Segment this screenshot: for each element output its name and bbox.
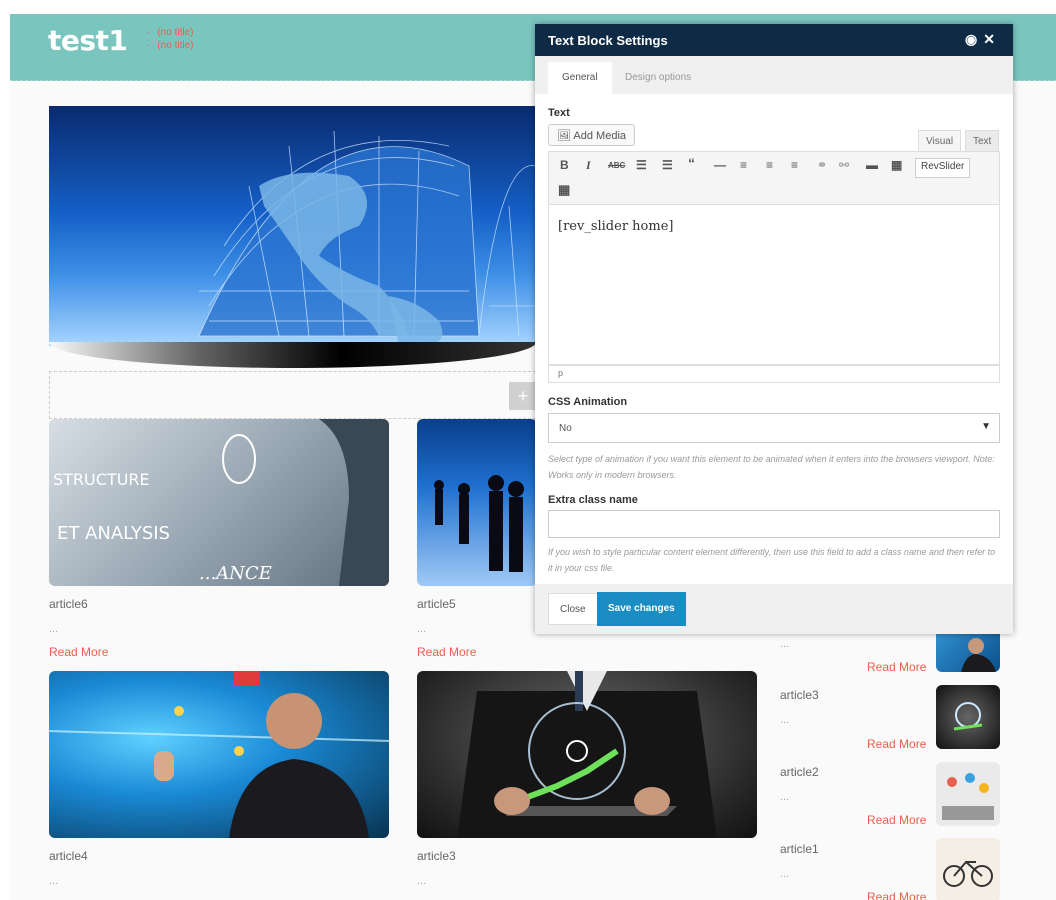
nav-item[interactable]: (no title) bbox=[146, 39, 193, 52]
article-title[interactable]: article6 bbox=[49, 597, 88, 611]
tab-general[interactable]: General bbox=[548, 62, 612, 94]
sidebar-article-title[interactable]: article1 bbox=[780, 842, 819, 856]
modal-tabs: General Design options bbox=[535, 56, 1013, 94]
globe-map-graphic bbox=[198, 130, 536, 346]
css-animation-select[interactable]: No ▼ bbox=[548, 413, 1000, 443]
text-block-settings-modal: Text Block Settings ◉✕ General Design op… bbox=[535, 24, 1013, 634]
read-more-link[interactable]: Read More bbox=[49, 645, 108, 659]
add-media-button[interactable]: 🖼 Add Media bbox=[548, 124, 636, 146]
tab-text[interactable]: Text bbox=[965, 130, 1000, 152]
sidebar-article-thumbnail[interactable] bbox=[936, 762, 1000, 826]
align-left-icon[interactable]: ≡ bbox=[740, 158, 747, 172]
site-logo[interactable]: test1 bbox=[48, 24, 128, 57]
css-animation-help: Select type of animation if you want thi… bbox=[548, 454, 995, 480]
read-more-link[interactable]: Read More bbox=[417, 645, 476, 659]
extra-class-input[interactable] bbox=[548, 510, 1000, 538]
text-field-label: Text bbox=[548, 107, 570, 119]
blockquote-icon[interactable]: “ bbox=[688, 155, 695, 171]
modal-footer: Close Save changes bbox=[535, 584, 1013, 634]
horizontal-rule-icon[interactable]: — bbox=[714, 158, 726, 172]
sidebar-article-title[interactable]: article3 bbox=[780, 688, 819, 702]
css-animation-label: CSS Animation bbox=[548, 396, 628, 408]
read-more-link[interactable]: Read More bbox=[867, 813, 926, 827]
article-excerpt: ... bbox=[417, 623, 427, 635]
grid-icon[interactable]: ▦ bbox=[558, 182, 570, 198]
read-more-link[interactable]: Read More bbox=[867, 890, 926, 900]
editor-status-path: p bbox=[548, 365, 1000, 383]
article-title[interactable]: article4 bbox=[49, 849, 88, 863]
sidebar-article-title[interactable]: article2 bbox=[780, 765, 819, 779]
article-thumbnail[interactable] bbox=[417, 671, 757, 838]
unlink-icon[interactable]: ⚯ bbox=[839, 158, 849, 172]
header-nav: (no title) (no title) bbox=[146, 26, 193, 52]
link-icon[interactable]: ⚭ bbox=[817, 158, 827, 172]
close-icon[interactable]: ✕ bbox=[983, 31, 1001, 47]
svg-text:...ANCE: ...ANCE bbox=[199, 563, 272, 584]
editor-content-area[interactable]: [rev_slider home] bbox=[548, 205, 1000, 365]
svg-text:STRUCTURE: STRUCTURE bbox=[53, 470, 150, 489]
sidebar-article-excerpt: ... bbox=[780, 638, 790, 650]
strikethrough-icon[interactable]: ABC bbox=[608, 161, 625, 170]
bold-icon[interactable]: B bbox=[560, 158, 569, 172]
tab-visual[interactable]: Visual bbox=[918, 130, 962, 152]
italic-icon[interactable]: I bbox=[586, 158, 591, 173]
article-thumbnail[interactable] bbox=[417, 419, 537, 586]
sidebar-article-excerpt: ... bbox=[780, 791, 790, 803]
article-title[interactable]: article5 bbox=[417, 597, 456, 611]
modal-header: Text Block Settings ◉✕ bbox=[535, 24, 1013, 56]
nav-item[interactable]: (no title) bbox=[146, 26, 193, 39]
read-more-link[interactable]: Read More bbox=[867, 737, 926, 751]
sidebar-article-excerpt: ... bbox=[780, 714, 790, 726]
sidebar-article-thumbnail[interactable] bbox=[936, 685, 1000, 749]
hero-slider-image bbox=[49, 106, 536, 346]
align-right-icon[interactable]: ≡ bbox=[791, 158, 798, 172]
article-thumbnail[interactable] bbox=[49, 671, 389, 838]
close-button[interactable]: Close bbox=[548, 593, 598, 625]
editor-toolbar: B I ABC ☰ ☰ “ — ≡ ≡ ≡ ⚭ ⚯ ▬ ▦ RevSlider … bbox=[548, 151, 1000, 205]
touchscreen-businessman-image bbox=[49, 671, 389, 838]
article-excerpt: ... bbox=[49, 623, 59, 635]
article-thumbnail[interactable]: STRUCTURE ET ANALYSIS ...ANCE bbox=[49, 419, 389, 586]
tab-design-options[interactable]: Design options bbox=[611, 62, 705, 94]
sidebar-article-thumbnail[interactable] bbox=[936, 838, 1000, 900]
chalkboard-sketch-image: STRUCTURE ET ANALYSIS ...ANCE bbox=[53, 419, 389, 586]
numbered-list-icon[interactable]: ☰ bbox=[662, 158, 673, 172]
sidebar-article-excerpt: ... bbox=[780, 868, 790, 880]
media-icon: 🖼 bbox=[557, 130, 571, 142]
css-animation-value: No bbox=[559, 423, 572, 434]
add-media-label: Add Media bbox=[573, 130, 627, 142]
save-changes-button[interactable]: Save changes bbox=[597, 592, 686, 626]
extra-class-label: Extra class name bbox=[548, 494, 638, 506]
article-excerpt: ... bbox=[417, 875, 427, 887]
align-center-icon[interactable]: ≡ bbox=[766, 158, 773, 172]
tablet-tech-icons-image bbox=[457, 671, 717, 838]
extra-class-help: If you wish to style particular content … bbox=[548, 547, 996, 573]
article-title[interactable]: article3 bbox=[417, 849, 456, 863]
eye-icon[interactable]: ◉ bbox=[965, 31, 983, 47]
read-more-link[interactable]: Read More bbox=[867, 660, 926, 674]
add-element-button[interactable]: + bbox=[509, 382, 537, 410]
modal-controls: ◉✕ bbox=[965, 31, 1001, 48]
toolbar-toggle-icon[interactable]: ▦ bbox=[891, 158, 902, 172]
article-excerpt: ... bbox=[49, 875, 59, 887]
modal-title: Text Block Settings bbox=[548, 33, 668, 48]
read-more-tag-icon[interactable]: ▬ bbox=[866, 158, 878, 172]
bullet-list-icon[interactable]: ☰ bbox=[636, 158, 647, 172]
business-silhouettes-image bbox=[434, 475, 524, 572]
dropdown-arrow-icon: ▼ bbox=[981, 421, 991, 432]
revslider-button[interactable]: RevSlider bbox=[915, 158, 971, 178]
empty-row-placeholder bbox=[49, 371, 536, 419]
svg-text:ET ANALYSIS: ET ANALYSIS bbox=[57, 523, 170, 544]
